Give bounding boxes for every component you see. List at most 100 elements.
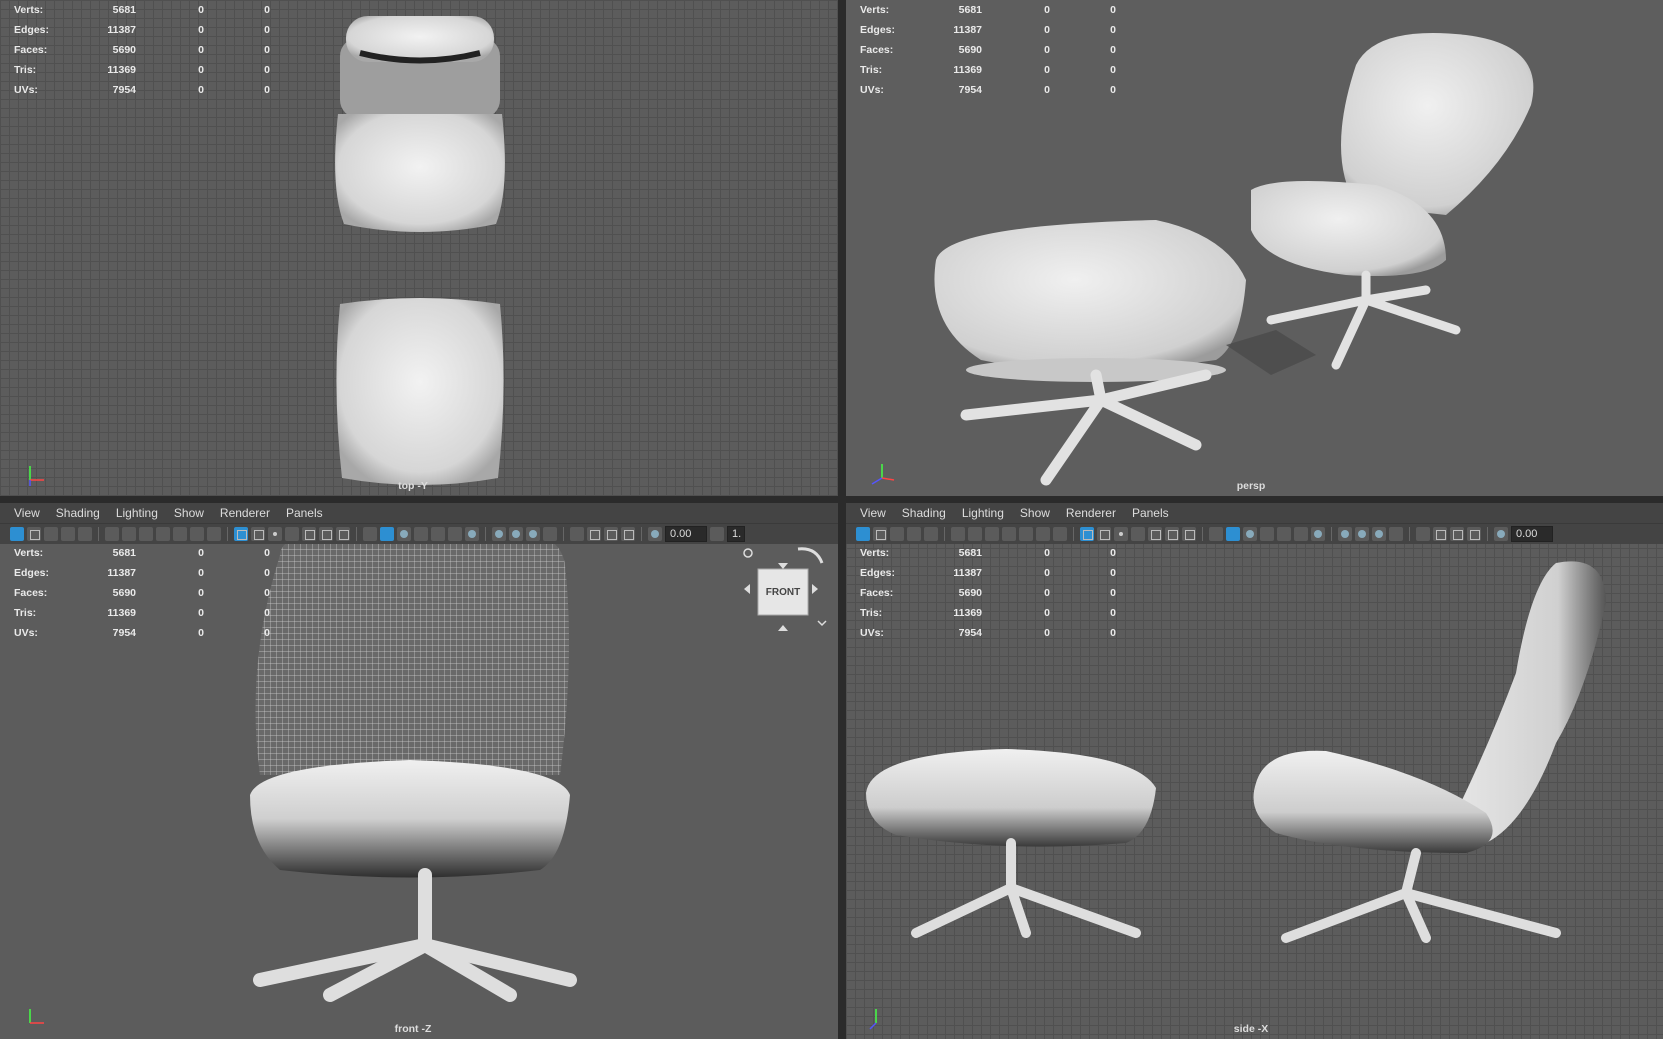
xray-icon[interactable] xyxy=(1433,527,1447,541)
motion-blur-icon[interactable] xyxy=(509,527,523,541)
smooth-shade-icon[interactable] xyxy=(1226,527,1240,541)
camera-attributes-icon[interactable] xyxy=(27,527,41,541)
menu-renderer[interactable]: Renderer xyxy=(1058,506,1124,520)
grid-toggle-icon[interactable] xyxy=(234,527,248,541)
default-material-icon[interactable] xyxy=(397,527,411,541)
menu-view[interactable]: View xyxy=(852,506,894,520)
depth-of-field-icon[interactable] xyxy=(543,527,557,541)
chair-front-view-model[interactable] xyxy=(240,525,610,1035)
motion-blur-icon[interactable] xyxy=(1355,527,1369,541)
menu-show[interactable]: Show xyxy=(166,506,212,520)
select-camera-icon[interactable] xyxy=(10,527,24,541)
stat-value: 5690 xyxy=(958,44,982,56)
depth-of-field-icon[interactable] xyxy=(1389,527,1403,541)
lock-camera-icon[interactable] xyxy=(968,527,982,541)
image-plane-icon[interactable] xyxy=(61,527,75,541)
lock-camera-icon[interactable] xyxy=(122,527,136,541)
menu-shading[interactable]: Shading xyxy=(48,506,108,520)
textured-icon[interactable] xyxy=(431,527,445,541)
isolate-select-icon[interactable] xyxy=(1416,527,1430,541)
ambient-occlusion-icon[interactable] xyxy=(1338,527,1352,541)
anti-aliasing-icon[interactable] xyxy=(526,527,540,541)
camera-attributes-icon[interactable] xyxy=(873,527,887,541)
menu-show[interactable]: Show xyxy=(1012,506,1058,520)
xray-components-icon[interactable] xyxy=(621,527,635,541)
viewport-persp[interactable]: Verts: 5681 0 0 Edges: 11387 0 0 Faces: 5690 0 0 … xyxy=(846,0,1663,496)
menu-panels[interactable]: Panels xyxy=(1124,506,1177,520)
grid-toggle-icon[interactable] xyxy=(1080,527,1094,541)
viewport-top[interactable]: Verts: 5681 0 0 Edges: 11387 0 0 Faces: 5690 0 0 … xyxy=(0,0,838,496)
use-lights-icon[interactable] xyxy=(448,527,462,541)
pencil-icon[interactable] xyxy=(1053,527,1067,541)
grease-pencil-icon[interactable] xyxy=(1036,527,1050,541)
two-d-pan-icon[interactable] xyxy=(924,527,938,541)
wireframe-on-shaded-icon[interactable] xyxy=(414,527,428,541)
snapshot-icon[interactable] xyxy=(985,527,999,541)
exposure-field[interactable]: 0.00 xyxy=(1511,526,1553,542)
exposure-icon[interactable] xyxy=(1494,527,1508,541)
resolution-gate-icon[interactable] xyxy=(268,527,282,541)
camera-icon[interactable] xyxy=(105,527,119,541)
film-gate-icon[interactable] xyxy=(251,527,265,541)
gamma-field[interactable]: 1. xyxy=(727,526,745,542)
panel-menu-bar: View Shading Lighting Show Renderer Pane… xyxy=(0,503,838,523)
film-gate-icon[interactable] xyxy=(1097,527,1111,541)
viewport-front[interactable]: View Shading Lighting Show Renderer Pane… xyxy=(0,503,838,1039)
wireframe-icon[interactable] xyxy=(1209,527,1223,541)
field-chart-icon[interactable] xyxy=(1148,527,1162,541)
xray-joints-icon[interactable] xyxy=(604,527,618,541)
view-cube-label[interactable]: FRONT xyxy=(758,587,808,598)
xray-joints-icon[interactable] xyxy=(1450,527,1464,541)
chair-top-view-model[interactable] xyxy=(320,8,520,488)
resolution-gate-icon[interactable] xyxy=(1114,527,1128,541)
bookmark-icon[interactable] xyxy=(890,527,904,541)
use-lights-icon[interactable] xyxy=(1294,527,1308,541)
pane-divider-horizontal[interactable] xyxy=(0,496,1663,503)
bookmark-flag-icon[interactable] xyxy=(1002,527,1016,541)
pane-divider-vertical[interactable] xyxy=(838,0,846,1039)
menu-shading[interactable]: Shading xyxy=(894,506,954,520)
isolate-select-icon[interactable] xyxy=(570,527,584,541)
default-material-icon[interactable] xyxy=(1243,527,1257,541)
xray-icon[interactable] xyxy=(587,527,601,541)
bookmark-flag-icon[interactable] xyxy=(156,527,170,541)
viewport-side[interactable]: View Shading Lighting Show Renderer Pane… xyxy=(846,503,1663,1039)
safe-title-icon[interactable] xyxy=(336,527,350,541)
shadows-icon[interactable] xyxy=(465,527,479,541)
stat-value: 0 xyxy=(264,84,270,96)
menu-lighting[interactable]: Lighting xyxy=(108,506,166,520)
select-camera-icon[interactable] xyxy=(856,527,870,541)
smooth-shade-icon[interactable] xyxy=(380,527,394,541)
safe-action-icon[interactable] xyxy=(1165,527,1179,541)
pencil-icon[interactable] xyxy=(207,527,221,541)
menu-panels[interactable]: Panels xyxy=(278,506,331,520)
view-cube[interactable]: FRONT xyxy=(738,543,830,635)
image-plane-icon[interactable] xyxy=(907,527,921,541)
xray-components-icon[interactable] xyxy=(1467,527,1481,541)
pan-zoom-icon[interactable] xyxy=(173,527,187,541)
exposure-field[interactable]: 0.00 xyxy=(665,526,707,542)
shadows-icon[interactable] xyxy=(1311,527,1325,541)
bookmark-icon[interactable] xyxy=(44,527,58,541)
menu-view[interactable]: View xyxy=(6,506,48,520)
snapshot-icon[interactable] xyxy=(139,527,153,541)
camera-icon[interactable] xyxy=(951,527,965,541)
textured-icon[interactable] xyxy=(1277,527,1291,541)
gate-mask-icon[interactable] xyxy=(1131,527,1145,541)
menu-lighting[interactable]: Lighting xyxy=(954,506,1012,520)
pan-zoom-icon[interactable] xyxy=(1019,527,1033,541)
menu-renderer[interactable]: Renderer xyxy=(212,506,278,520)
safe-title-icon[interactable] xyxy=(1182,527,1196,541)
two-d-pan-icon[interactable] xyxy=(78,527,92,541)
stat-label: UVs: xyxy=(14,627,38,639)
gate-mask-icon[interactable] xyxy=(285,527,299,541)
ambient-occlusion-icon[interactable] xyxy=(492,527,506,541)
wireframe-on-shaded-icon[interactable] xyxy=(1260,527,1274,541)
grease-pencil-icon[interactable] xyxy=(190,527,204,541)
anti-aliasing-icon[interactable] xyxy=(1372,527,1386,541)
exposure-icon[interactable] xyxy=(648,527,662,541)
wireframe-icon[interactable] xyxy=(363,527,377,541)
gamma-icon[interactable] xyxy=(710,527,724,541)
safe-action-icon[interactable] xyxy=(319,527,333,541)
field-chart-icon[interactable] xyxy=(302,527,316,541)
